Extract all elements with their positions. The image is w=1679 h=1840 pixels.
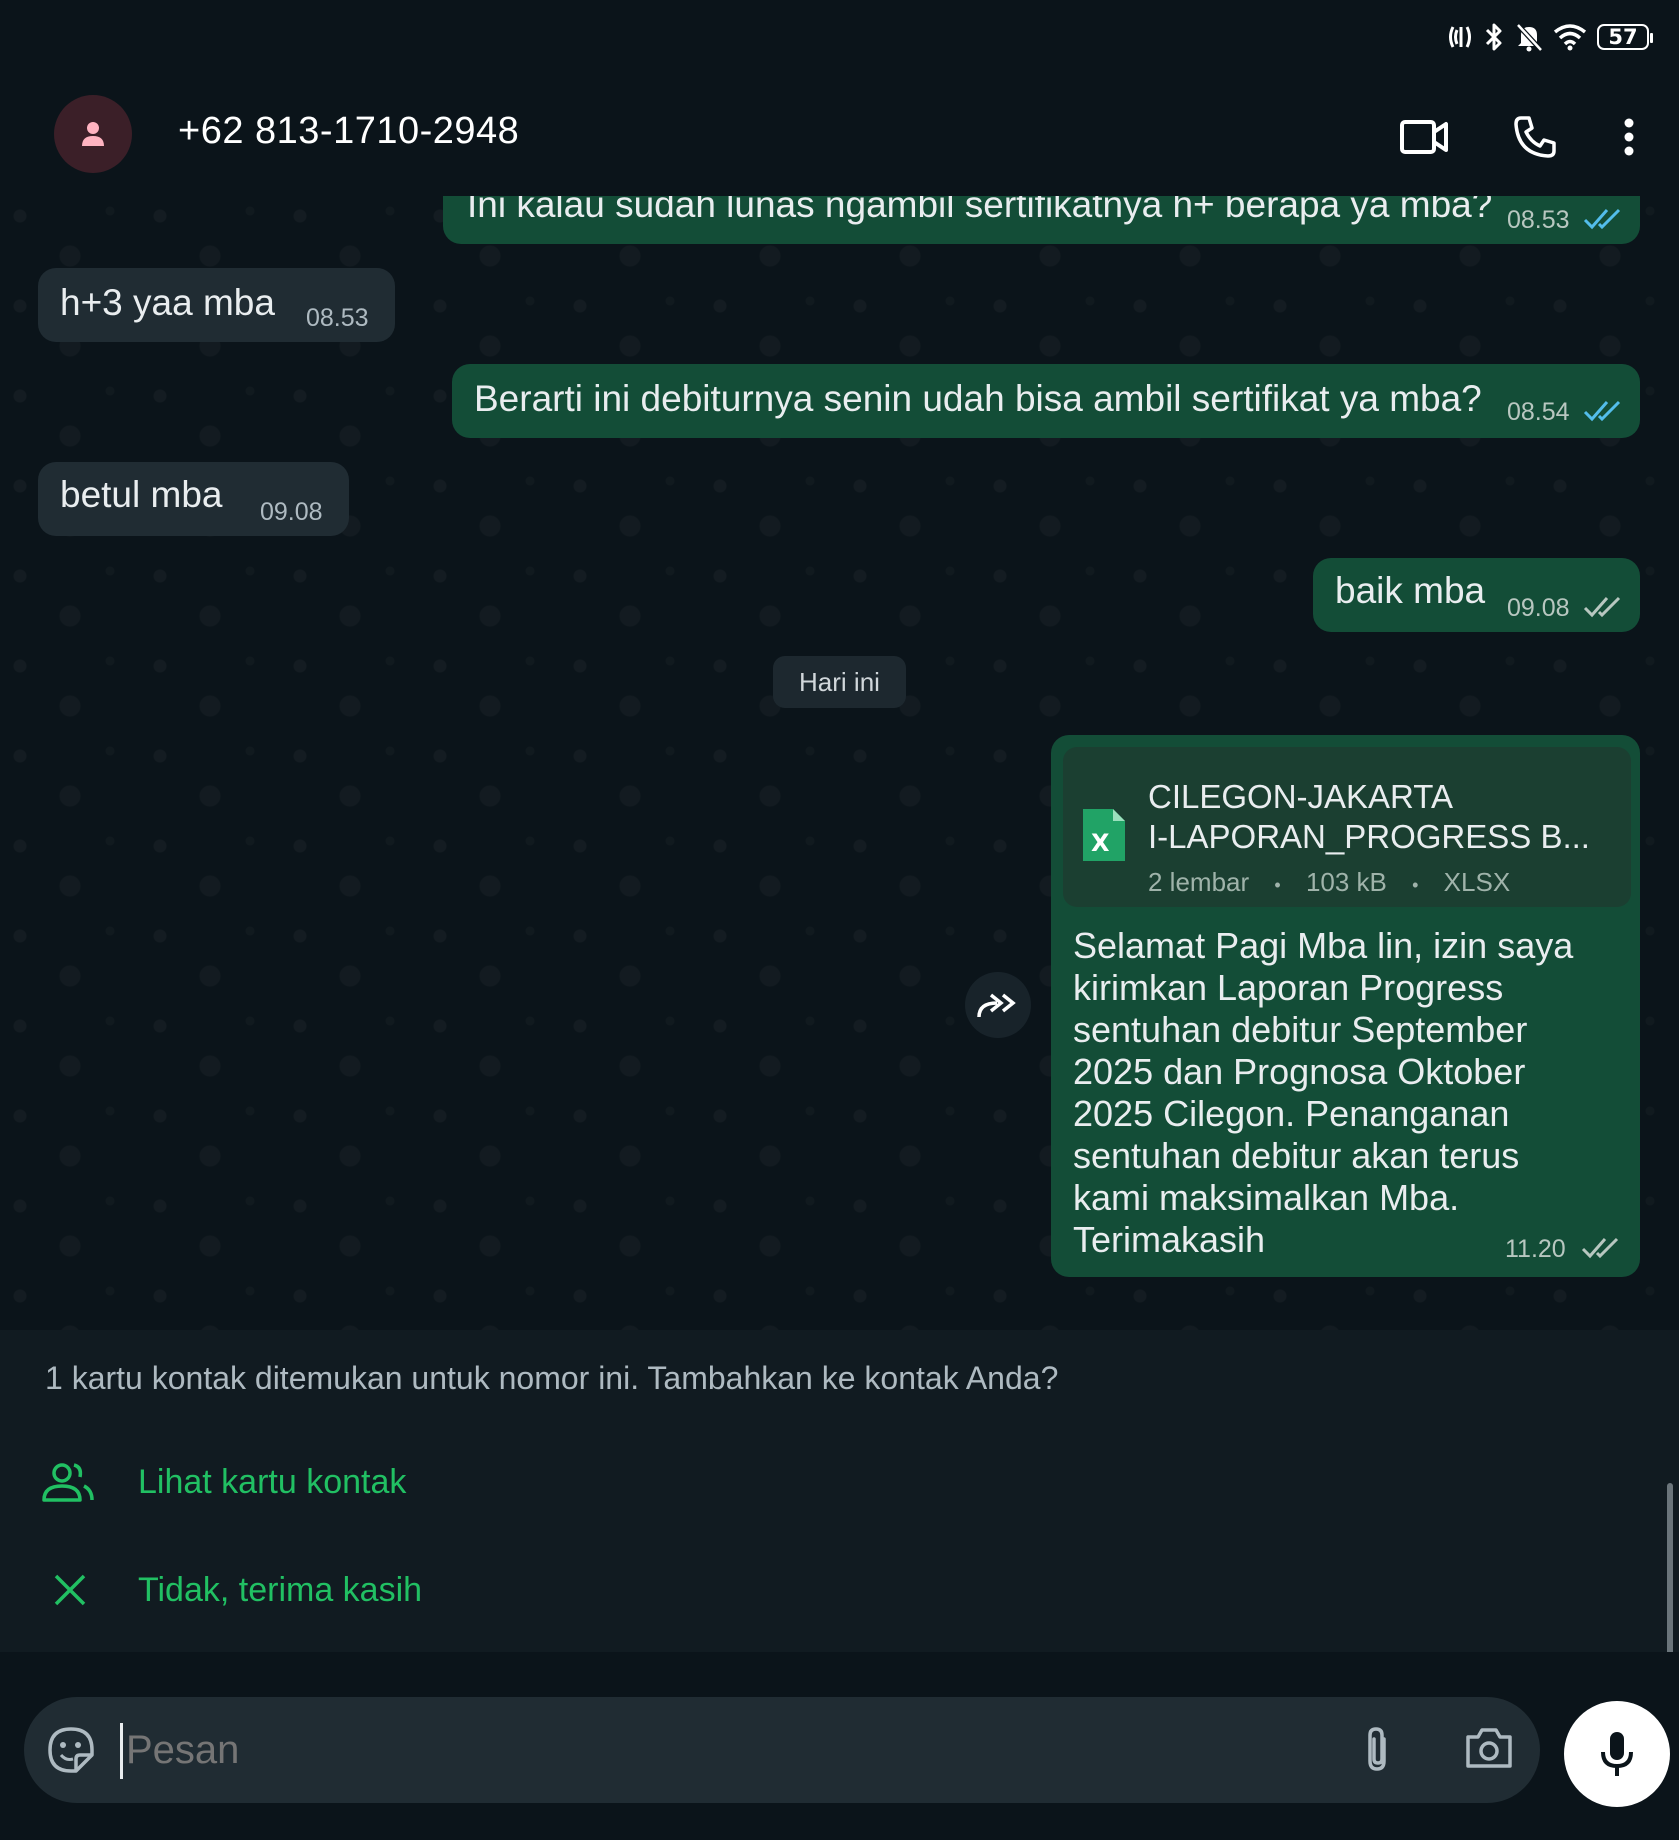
document-size: 103 kB (1305, 867, 1387, 897)
more-options-icon (1624, 118, 1634, 156)
view-contact-card-button[interactable]: Lihat kartu kontak (40, 1452, 406, 1512)
wifi-icon (1553, 24, 1587, 51)
close-icon (54, 1574, 86, 1606)
document-caption: Selamat Pagi Mba lin, izin saya kirimkan… (1073, 925, 1573, 1261)
day-separator: Hari ini (773, 656, 906, 708)
caption-line: kirimkan Laporan Progress (1073, 967, 1504, 1008)
message-text: betul mba (60, 474, 223, 515)
excel-file-icon: X (1083, 809, 1125, 861)
forward-button[interactable] (965, 972, 1031, 1038)
message-time: 09.08 (260, 498, 323, 526)
sticker-icon (48, 1727, 94, 1773)
message-bubble-outgoing[interactable]: Ini kalau sudah lunas ngambil sertifikat… (443, 196, 1640, 244)
caption-line: sentuhan debitur September (1073, 1009, 1528, 1050)
message-bubble-incoming[interactable]: h+3 yaa mba 08.53 (38, 268, 395, 342)
document-title: CILEGON-JAKARTA I-LAPORAN_PROGRESS B... (1148, 777, 1618, 857)
meta-separator: • (1412, 875, 1419, 895)
message-bubble-incoming[interactable]: betul mba 09.08 (38, 462, 349, 536)
document-type: XLSX (1443, 867, 1511, 897)
video-call-icon (1400, 120, 1448, 154)
nfc-icon (1449, 26, 1471, 48)
delivered-ticks-icon (1581, 1237, 1619, 1259)
message-input[interactable] (124, 1719, 1028, 1781)
attach-icon (1368, 1727, 1386, 1771)
contact-prompt-message: 1 kartu kontak ditemukan untuk nomor ini… (45, 1360, 1059, 1396)
status-icons: 57 (1447, 20, 1653, 54)
status-bar: 57 (0, 0, 1679, 72)
attach-button[interactable] (1360, 1725, 1396, 1779)
message-time: 08.54 (1507, 398, 1570, 426)
text-caret (120, 1723, 123, 1779)
message-composer[interactable] (24, 1697, 1540, 1803)
document-card[interactable]: X CILEGON-JAKARTA I-LAPORAN_PROGRESS B..… (1063, 747, 1631, 907)
camera-button[interactable] (1464, 1725, 1514, 1775)
phone-icon (1514, 116, 1556, 158)
contact-name[interactable]: +62 813-1710-2948 (178, 110, 519, 153)
message-time: 08.53 (1507, 206, 1570, 234)
voice-call-button[interactable] (1510, 112, 1560, 162)
contacts-icon (42, 1463, 94, 1502)
message-time: 09.08 (1507, 594, 1570, 622)
excel-letter: X (1091, 829, 1110, 857)
message-text: baik mba (1335, 570, 1486, 611)
message-bubble-outgoing[interactable]: baik mba 09.08 (1313, 558, 1640, 632)
delivered-ticks-icon (1583, 596, 1621, 618)
message-time: 08.53 (306, 304, 369, 332)
message-bubble-outgoing[interactable]: Berarti ini debiturnya senin udah bisa a… (452, 364, 1640, 438)
forward-icon (977, 993, 1016, 1018)
voice-message-button[interactable] (1564, 1701, 1670, 1807)
meta-separator: • (1274, 875, 1281, 895)
document-message-bubble[interactable]: X CILEGON-JAKARTA I-LAPORAN_PROGRESS B..… (1051, 735, 1640, 1277)
document-pages: 2 lembar (1148, 867, 1250, 897)
document-name-line2: I-LAPORAN_PROGRESS B... (1148, 818, 1590, 855)
caption-line: 2025 dan Prognosa Oktober (1073, 1051, 1526, 1092)
dismiss-contact-button[interactable]: Tidak, terima kasih (40, 1560, 422, 1620)
battery-level: 57 (1608, 25, 1638, 49)
bluetooth-icon (1485, 23, 1502, 51)
camera-icon (1466, 1728, 1512, 1768)
battery-icon: 57 (1597, 24, 1653, 50)
read-ticks-icon (1583, 400, 1621, 422)
contact-card-prompt: 1 kartu kontak ditemukan untuk nomor ini… (0, 1330, 1679, 1652)
document-name-line1: CILEGON-JAKARTA (1148, 778, 1454, 815)
message-text: Ini kalau sudah lunas ngambil sertifikat… (467, 196, 1493, 225)
mic-icon (1601, 1732, 1633, 1776)
caption-line: 2025 Cilegon. Penanganan (1073, 1093, 1510, 1134)
caption-line: Selamat Pagi Mba lin, izin saya (1073, 925, 1574, 966)
chat-area[interactable]: Ini kalau sudah lunas ngambil sertifikat… (0, 196, 1679, 1330)
mute-icon (1516, 23, 1543, 52)
document-meta: 2 lembar • 103 kB • XLSX (1148, 867, 1510, 898)
more-options-button[interactable] (1604, 112, 1654, 162)
caption-line: sentuhan debitur akan terus (1073, 1135, 1520, 1176)
message-time: 11.20 (1505, 1235, 1566, 1263)
view-contact-card-label: Lihat kartu kontak (138, 1462, 407, 1501)
chat-header: +62 813-1710-2948 (0, 72, 1679, 197)
dismiss-contact-label: Tidak, terima kasih (138, 1570, 423, 1609)
message-text: Berarti ini debiturnya senin udah bisa a… (474, 378, 1482, 419)
avatar[interactable] (54, 95, 132, 173)
read-ticks-icon (1583, 208, 1621, 230)
avatar-person-icon (82, 122, 104, 146)
video-call-button[interactable] (1400, 112, 1450, 162)
sticker-button[interactable] (46, 1725, 96, 1779)
message-text: h+3 yaa mba (60, 282, 275, 323)
caption-line: kami maksimalkan Mba. (1073, 1177, 1460, 1218)
caption-line: Terimakasih (1073, 1219, 1266, 1260)
